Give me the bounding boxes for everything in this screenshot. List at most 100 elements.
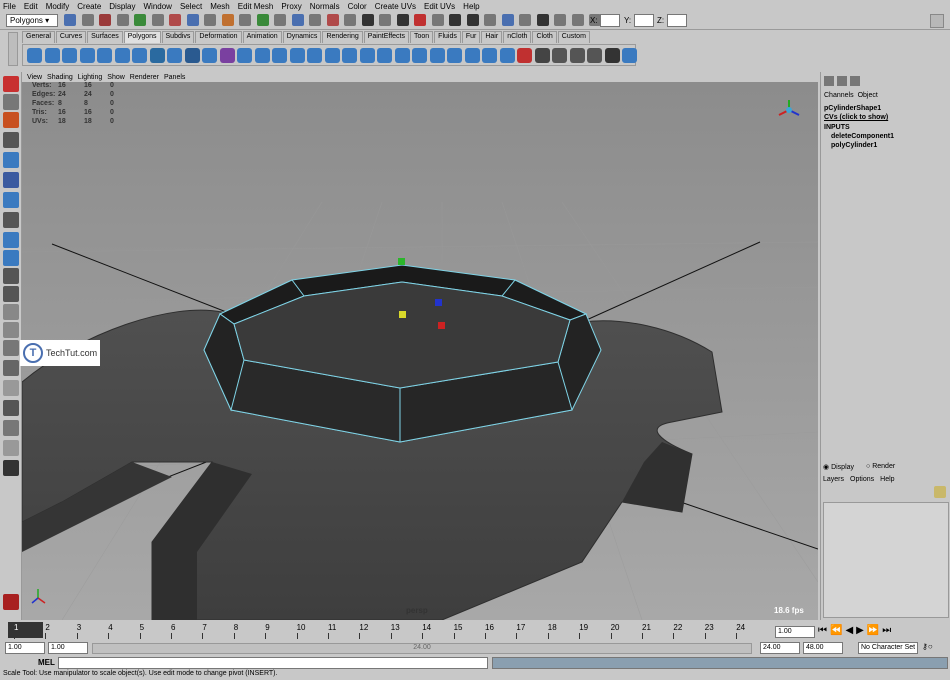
menu-help[interactable]: Help (463, 2, 479, 11)
shelf-tool-icon[interactable] (132, 48, 147, 63)
toolbox-tool-icon[interactable] (3, 152, 19, 168)
shelf-tool-icon[interactable] (272, 48, 287, 63)
status-tool-icon[interactable] (466, 14, 479, 26)
menu-create[interactable]: Create (77, 2, 101, 11)
viewport-menu-shading[interactable]: Shading (47, 74, 73, 81)
object-name[interactable]: pCylinderShape1 (824, 105, 881, 112)
status-tool-icon[interactable] (151, 14, 164, 26)
end-time-field[interactable]: 24.00 (760, 642, 800, 654)
shelf-tab-hair[interactable]: Hair (481, 31, 503, 43)
layer-menu-options[interactable]: Options (850, 476, 874, 483)
viewport-menu-view[interactable]: View (27, 74, 42, 81)
status-tool-icon[interactable] (431, 14, 444, 26)
shelf-tool-icon[interactable] (44, 48, 60, 63)
shelf-tab-polygons[interactable]: Polygons (123, 31, 161, 43)
layer-list[interactable] (823, 502, 949, 618)
command-input[interactable] (58, 657, 488, 669)
shelf-tool-icon[interactable] (482, 48, 497, 63)
menu-color[interactable]: Color (348, 2, 367, 11)
shelf-tool-icon[interactable] (219, 48, 235, 63)
menu-modify[interactable]: Modify (46, 2, 70, 11)
channelbox-menu-object[interactable]: Object (858, 92, 878, 99)
shelf-tab-rendering[interactable]: Rendering (322, 31, 363, 43)
viewport-menu-renderer[interactable]: Renderer (130, 74, 159, 81)
menu-mesh[interactable]: Mesh (210, 2, 230, 11)
status-tool-icon[interactable] (239, 14, 251, 26)
toolbox-tool-icon[interactable] (3, 76, 19, 92)
shelf-tool-icon[interactable] (359, 48, 375, 63)
shelf-tool-icon[interactable] (447, 48, 462, 63)
shelf-tool-icon[interactable] (552, 48, 567, 63)
mode-selector[interactable]: Polygons ▾ (6, 14, 58, 27)
toolbox-tool-icon[interactable] (3, 232, 19, 248)
shelf-tool-icon[interactable] (79, 48, 95, 63)
shelf-tab-custom[interactable]: Custom (557, 31, 590, 43)
shelf-tool-icon[interactable] (464, 48, 480, 63)
shelf-tool-icon[interactable] (587, 48, 602, 63)
toolbox-tool-icon[interactable] (3, 322, 19, 338)
shelf-tab-subdivs[interactable]: Subdivs (161, 31, 195, 43)
new-layer-icon[interactable] (934, 486, 946, 498)
status-tool-icon[interactable] (344, 14, 356, 26)
x-field[interactable] (600, 14, 620, 27)
time-slider[interactable]: 1 2 3 4 5 6 7 8 9 10 11 12 13 14 15 16 17 18 19 20 21 22 23 24 (8, 622, 768, 640)
status-tool-icon[interactable] (204, 14, 216, 26)
menu-edit-mesh[interactable]: Edit Mesh (238, 2, 274, 11)
shelf-tool-icon[interactable] (412, 48, 427, 63)
playback-controls[interactable]: ⏮⏪◀▶⏩⏭ (818, 625, 894, 636)
status-tool-icon[interactable] (326, 14, 339, 26)
shelf-tab-cloth[interactable]: Cloth (532, 31, 557, 43)
status-tool-icon[interactable] (64, 14, 76, 26)
status-tool-icon[interactable] (186, 14, 199, 26)
display-radio[interactable]: ◉ Display (823, 463, 854, 471)
shelf-tab-general[interactable]: General (22, 31, 55, 43)
shelf-tab-fur[interactable]: Fur (461, 31, 481, 43)
status-tool-icon[interactable] (379, 14, 391, 26)
toolbox-tool-icon[interactable] (3, 94, 19, 110)
input-node[interactable]: polyCylinder1 (831, 142, 877, 149)
toolbox-tool-icon[interactable] (3, 340, 19, 356)
status-tool-icon[interactable] (519, 14, 531, 26)
status-tool-icon[interactable] (571, 14, 584, 26)
status-tool-icon[interactable] (81, 14, 94, 26)
toolbox-tool-icon[interactable] (3, 112, 19, 128)
status-tool-icon[interactable] (134, 14, 146, 26)
layer-menu-layers[interactable]: Layers (823, 476, 844, 483)
z-field[interactable] (667, 14, 687, 27)
y-field[interactable] (634, 14, 654, 27)
status-tool-icon[interactable] (116, 14, 129, 26)
toolbox-tool-icon[interactable] (3, 400, 19, 416)
toolbox-tool-icon[interactable] (3, 132, 19, 148)
channelbox-layout-icon[interactable] (824, 76, 834, 86)
menu-edit[interactable]: Edit (24, 2, 38, 11)
shelf-tool-icon[interactable] (27, 48, 42, 63)
toolbox-tool-icon[interactable] (3, 192, 19, 208)
toolbox-tool-icon[interactable] (3, 268, 19, 284)
shelf-tool-icon[interactable] (377, 48, 392, 63)
shelf-tool-icon[interactable] (114, 48, 130, 63)
toolbox-tool-icon[interactable] (3, 380, 19, 396)
shelf-tab-surfaces[interactable]: Surfaces (87, 31, 123, 43)
current-frame-field[interactable]: 1.00 (775, 626, 815, 638)
shelf-tool-icon[interactable] (622, 48, 637, 63)
input-node[interactable]: deleteComponent1 (831, 133, 894, 140)
shelf-tool-icon[interactable] (62, 48, 77, 63)
shelf-tool-icon[interactable] (184, 48, 200, 63)
shelf-tab-fluids[interactable]: Fluids (434, 31, 461, 43)
menu-select[interactable]: Select (180, 2, 202, 11)
start-time-field[interactable]: 1.00 (5, 642, 45, 654)
toolbox-tool-icon[interactable] (3, 304, 19, 320)
viewport[interactable]: Verts: 16 16 0 Edges: 24 24 0 Faces: 8 8 0 Tris: 16 16… (22, 82, 818, 620)
auto-key-icon[interactable]: ⚷○ (922, 642, 948, 654)
channelbox-menu-channels[interactable]: Channels (824, 92, 854, 99)
menu-proxy[interactable]: Proxy (281, 2, 301, 11)
status-tool-icon[interactable] (554, 14, 566, 26)
character-set-field[interactable]: No Character Set (858, 642, 918, 654)
menu-normals[interactable]: Normals (310, 2, 340, 11)
shelf-tool-icon[interactable] (569, 48, 585, 63)
toolbox-tool-icon[interactable] (3, 250, 19, 266)
tool-settings-icon[interactable] (850, 76, 860, 86)
shelf-tool-icon[interactable] (534, 48, 550, 63)
attribute-editor-icon[interactable] (837, 76, 847, 86)
status-tool-icon[interactable] (501, 14, 514, 26)
